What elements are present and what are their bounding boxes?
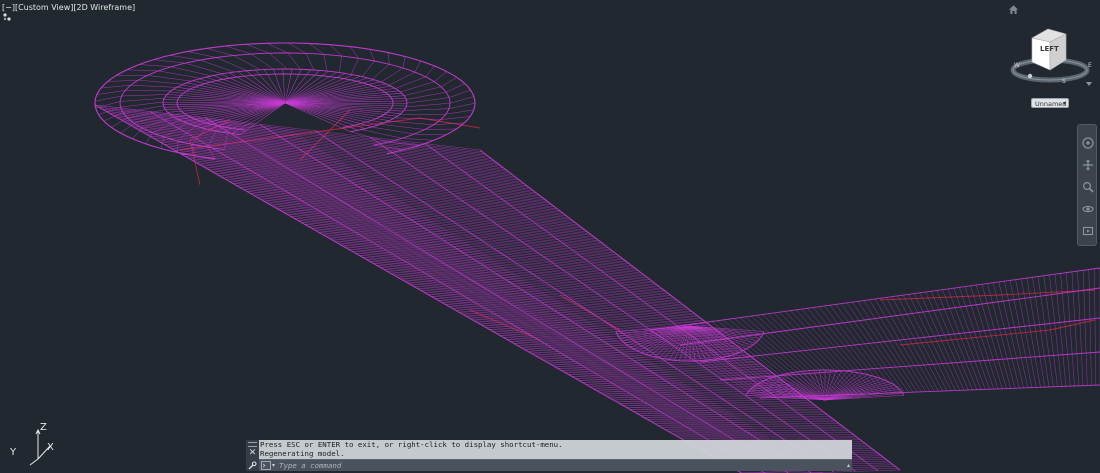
command-history-line: Press ESC or ENTER to exit, or right-cli…: [260, 440, 563, 449]
tin-surface-wireframe: [94, 42, 1100, 473]
zoom-extents-icon[interactable]: [1082, 181, 1094, 193]
ucs-z-label: Z: [40, 422, 47, 433]
command-line-window[interactable]: ✕ Press ESC or ENTER to exit, or right-c…: [246, 440, 852, 471]
ucs-menu-label[interactable]: Unnamed: [1035, 100, 1066, 108]
surface-boundary: [94, 42, 1100, 473]
ucs-icon: Z X Y: [10, 422, 64, 466]
close-icon[interactable]: ✕: [248, 449, 257, 458]
compass-label-w[interactable]: W: [1014, 62, 1020, 69]
command-input[interactable]: [279, 460, 839, 471]
viewcube-face-left[interactable]: LEFT: [1040, 45, 1059, 53]
command-line-handle[interactable]: ✕: [246, 440, 259, 471]
command-prompt-icon[interactable]: [261, 461, 271, 470]
navigation-bar: [1077, 124, 1097, 246]
viewport-controls[interactable]: [−][Custom View][2D Wireframe]: [2, 3, 135, 12]
chevron-down-icon: ▾: [1062, 100, 1066, 107]
compass-label-s[interactable]: S: [1062, 78, 1066, 85]
orbit-icon[interactable]: [1082, 203, 1094, 215]
compass-label-e[interactable]: E: [1088, 62, 1092, 69]
ucs-menu[interactable]: Unnamed ▾: [1031, 98, 1069, 108]
pan-icon[interactable]: [1082, 159, 1094, 171]
command-history: Press ESC or ENTER to exit, or right-cli…: [259, 440, 852, 459]
model-space-viewport[interactable]: [−][Custom View][2D Wireframe] LEFT E W …: [0, 0, 1100, 473]
steering-wheel-icon[interactable]: [1082, 137, 1094, 149]
small-ucs-icon: [3, 13, 11, 21]
command-input-row[interactable]: ▾ ▴: [259, 459, 852, 471]
viewcube-menu-icon[interactable]: [1085, 80, 1093, 88]
showmotion-icon[interactable]: [1082, 225, 1094, 237]
grip-icon[interactable]: [248, 442, 257, 447]
ucs-y-label: Y: [10, 447, 17, 458]
viewport-controls-label[interactable]: [−][Custom View][2D Wireframe]: [2, 3, 135, 12]
home-icon[interactable]: [1008, 4, 1019, 15]
chevron-down-icon[interactable]: ▾: [272, 460, 275, 471]
surface-triangles: [94, 42, 1100, 473]
ucs-x-label: X: [47, 442, 54, 453]
command-history-line: Regenerating model.: [260, 449, 345, 459]
viewcube[interactable]: LEFT E W S: [1010, 26, 1096, 86]
wrench-icon[interactable]: [248, 461, 257, 470]
viewcube-graphic[interactable]: [1010, 26, 1096, 86]
chevron-up-icon[interactable]: ▴: [847, 460, 850, 471]
